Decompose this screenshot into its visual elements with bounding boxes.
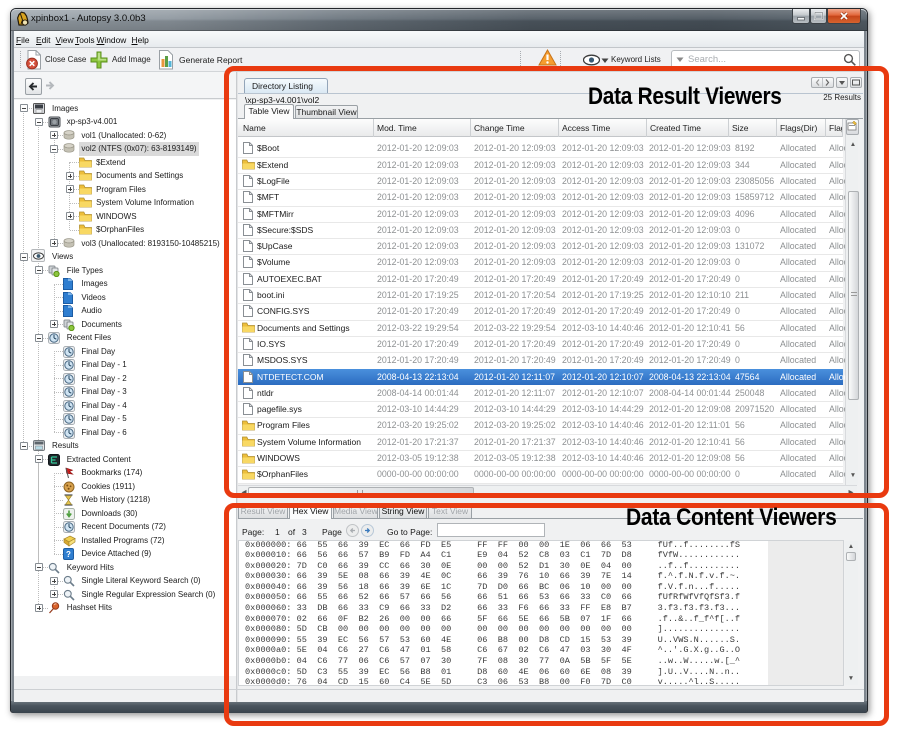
svg-text:?: ? xyxy=(66,550,71,559)
